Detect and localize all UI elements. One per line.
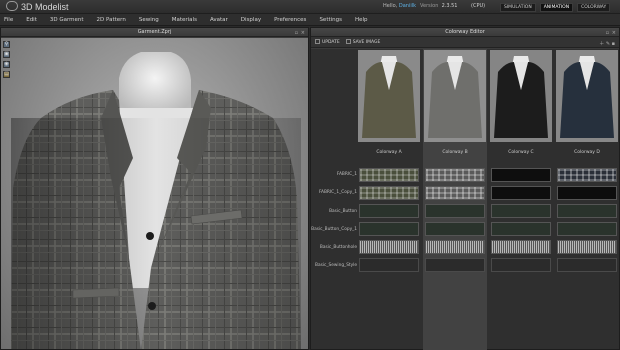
- row-label-fabric-1-copy: FABRIC_1_Copy_1: [318, 190, 357, 195]
- colorway-editor-panel: Colorway Editor ▫ × UPDATE SAVE IMAGE ＋ …: [310, 27, 620, 350]
- row-label-fabric-1: FABRIC_1: [336, 172, 357, 177]
- viewport-header: Garment.Zprj ▫ ×: [1, 28, 308, 37]
- menu-3d-garment[interactable]: 3D Garment: [50, 17, 84, 23]
- menu-materials[interactable]: Materials: [172, 17, 197, 23]
- row-label-basic-buttonhole: Basic_Buttonhole: [319, 245, 357, 250]
- swatch[interactable]: [359, 168, 419, 182]
- swatch[interactable]: [359, 204, 419, 218]
- restore-icon[interactable]: ▫: [295, 29, 298, 37]
- 3d-viewport[interactable]: ♀ ▣ ◉ ▤: [1, 38, 308, 349]
- colorway-editor-title: Colorway Editor: [445, 29, 485, 35]
- menu-file[interactable]: File: [4, 17, 13, 23]
- mode-simulation[interactable]: SIMULATION: [500, 3, 536, 12]
- colorway-grid: Colorway A Colorway B Colorway C Colorwa…: [311, 49, 619, 350]
- render-mode-icon[interactable]: ▣: [3, 51, 10, 58]
- swatch[interactable]: [359, 240, 419, 254]
- cpu-indicator: (CPU): [471, 3, 486, 9]
- close-icon[interactable]: ×: [301, 29, 305, 37]
- colorway-a-label: Colorway A: [376, 150, 402, 155]
- colorway-c-label: Colorway C: [508, 150, 534, 155]
- logo-icon: [6, 1, 18, 11]
- menu-avatar[interactable]: Avatar: [210, 17, 228, 23]
- garment-viewport-panel: Garment.Zprj ▫ × ♀ ▣ ◉ ▤: [0, 27, 309, 350]
- camera-icon: [345, 39, 351, 44]
- version-info: Version 2.3.51: [420, 3, 457, 9]
- app-name: 3D Modelist: [21, 2, 69, 12]
- menu-display[interactable]: Display: [241, 17, 261, 23]
- edit-colorway-icon[interactable]: ✎: [606, 41, 610, 47]
- swatch[interactable]: [359, 258, 419, 272]
- row-label-basic-sewing-style: Basic_Sewing_Style: [315, 263, 357, 268]
- jacket-thumbnail: [490, 50, 552, 142]
- swatch[interactable]: [359, 222, 419, 236]
- menu-bar: File Edit 3D Garment 2D Pattern Sewing M…: [0, 14, 620, 26]
- row-label-basic-button: Basic_Button: [329, 209, 357, 214]
- viewport-title: Garment.Zprj: [137, 29, 172, 35]
- swatch[interactable]: [491, 204, 551, 218]
- delete-colorway-icon[interactable]: ▪: [612, 41, 615, 47]
- swatch[interactable]: [557, 240, 617, 254]
- menu-settings[interactable]: Settings: [319, 17, 342, 23]
- colorway-toolbar: UPDATE SAVE IMAGE: [311, 37, 619, 48]
- menu-preferences[interactable]: Preferences: [274, 17, 306, 23]
- swatch[interactable]: [491, 186, 551, 200]
- title-bar: 3D Modelist Hello, Daniilk Version 2.3.5…: [0, 0, 620, 14]
- colorway-thumbnail: [490, 50, 552, 142]
- mode-colorway[interactable]: COLORWAY: [577, 3, 611, 12]
- swatch[interactable]: [359, 186, 419, 200]
- swatch[interactable]: [491, 240, 551, 254]
- swatch[interactable]: [425, 240, 485, 254]
- avatar-display-icon[interactable]: ♀: [3, 41, 10, 48]
- swatch[interactable]: [491, 258, 551, 272]
- camera-icon[interactable]: ◉: [3, 61, 10, 68]
- colorway-thumbnail: [358, 50, 420, 142]
- swatch[interactable]: [557, 204, 617, 218]
- swatch[interactable]: [491, 168, 551, 182]
- swatch[interactable]: [425, 222, 485, 236]
- swatch[interactable]: [425, 258, 485, 272]
- save-image-button[interactable]: SAVE IMAGE: [345, 39, 381, 45]
- menu-help[interactable]: Help: [355, 17, 368, 23]
- app-window: 3D Modelist Hello, Daniilk Version 2.3.5…: [0, 0, 620, 350]
- swatch[interactable]: [425, 204, 485, 218]
- swatch[interactable]: [557, 258, 617, 272]
- colorway-d-label: Colorway D: [574, 150, 600, 155]
- update-button[interactable]: UPDATE: [315, 39, 340, 45]
- viewport-toolbar: ♀ ▣ ◉ ▤: [3, 41, 10, 78]
- jacket-thumbnail: [556, 50, 618, 142]
- menu-2d-pattern[interactable]: 2D Pattern: [97, 17, 126, 23]
- swatch[interactable]: [557, 186, 617, 200]
- swatch[interactable]: [557, 222, 617, 236]
- refresh-icon: [315, 39, 320, 44]
- restore-icon[interactable]: ▫: [606, 29, 609, 37]
- mode-animation[interactable]: ANIMATION: [539, 3, 574, 12]
- row-label-basic-button-copy: Basic_Button_Copy_1: [311, 227, 357, 232]
- swatch[interactable]: [491, 222, 551, 236]
- version-label: Version: [420, 3, 439, 9]
- colorway-editor-header: Colorway Editor ▫ ×: [311, 28, 619, 37]
- mode-switcher: SIMULATION ANIMATION COLORWAY: [500, 3, 611, 12]
- menu-sewing[interactable]: Sewing: [139, 17, 159, 23]
- update-label: UPDATE: [322, 40, 340, 45]
- menu-edit[interactable]: Edit: [26, 17, 37, 23]
- add-colorway-icon[interactable]: ＋: [599, 41, 604, 47]
- colorway-actions: ＋ ✎ ▪: [599, 40, 615, 47]
- colorway-thumbnail: [556, 50, 618, 142]
- swatch[interactable]: [557, 168, 617, 182]
- app-logo: 3D Modelist: [6, 1, 69, 12]
- user-greeting: Hello, Daniilk: [383, 3, 416, 9]
- texture-icon[interactable]: ▤: [3, 71, 10, 78]
- jacket-thumbnail: [358, 50, 420, 142]
- colorway-b-label: Colorway B: [442, 150, 468, 155]
- garment-render: [11, 52, 301, 349]
- swatch[interactable]: [425, 168, 485, 182]
- jacket-thumbnail: [424, 50, 486, 142]
- user-name[interactable]: Daniilk: [399, 3, 416, 9]
- close-icon[interactable]: ×: [612, 29, 616, 37]
- version-value: 2.3.51: [441, 3, 458, 9]
- swatch[interactable]: [425, 186, 485, 200]
- colorway-thumbnail: [424, 50, 486, 142]
- user-prefix: Hello,: [383, 3, 398, 9]
- save-image-label: SAVE IMAGE: [352, 40, 381, 45]
